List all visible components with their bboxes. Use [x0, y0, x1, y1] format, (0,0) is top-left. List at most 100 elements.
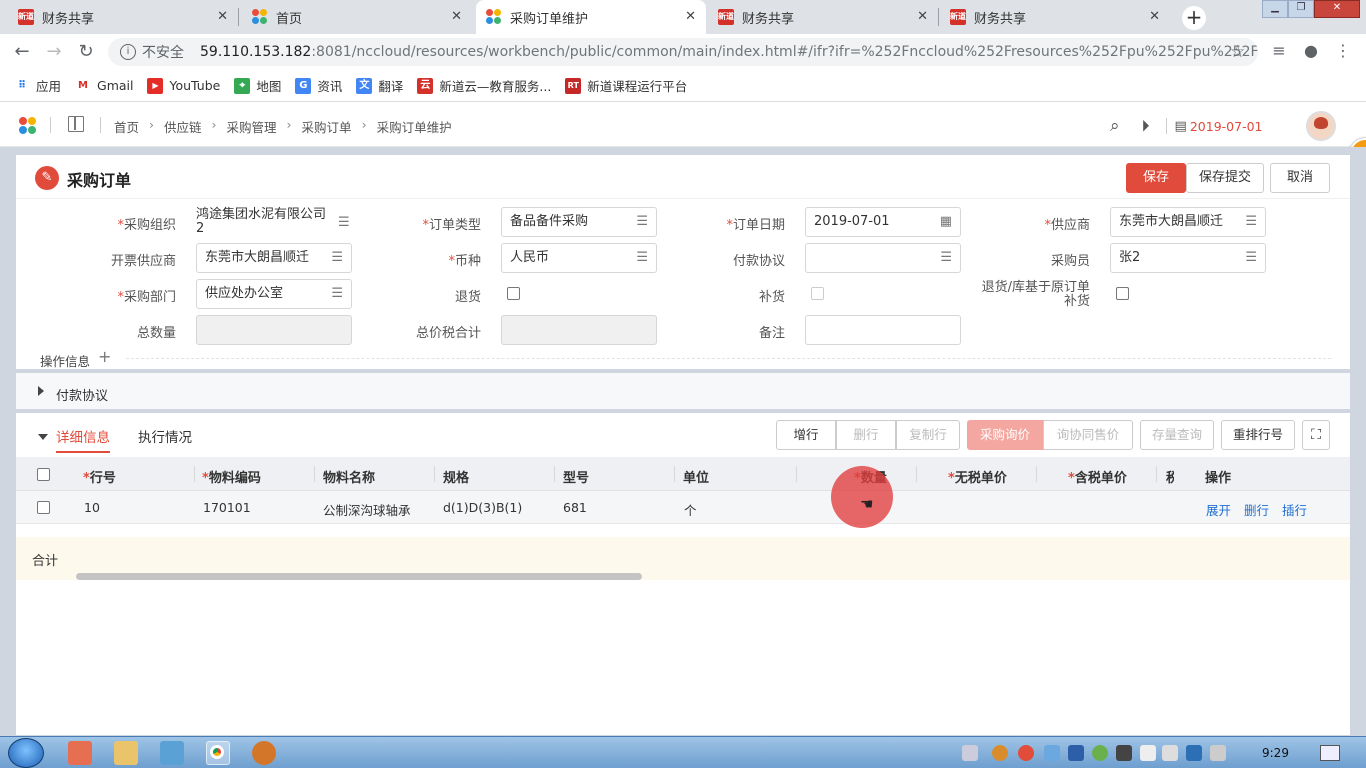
cell-material-code[interactable]: 170101: [203, 500, 251, 515]
minimize-button[interactable]: ▁: [1262, 0, 1288, 18]
workbench-icon[interactable]: [68, 116, 84, 132]
list-icon[interactable]: ☰: [636, 208, 648, 236]
buyer-field[interactable]: 张2 ☰: [1110, 243, 1266, 273]
cell-spec[interactable]: d(1)D(3)B(1): [443, 500, 522, 515]
col-material-code[interactable]: *物料编码: [202, 467, 261, 486]
payment-terms-section[interactable]: 付款协议: [16, 373, 1350, 413]
media-app-icon[interactable]: [68, 741, 92, 765]
bookmark-news[interactable]: G 资讯: [295, 76, 342, 95]
media-queue-icon[interactable]: ≡: [1268, 40, 1290, 62]
tray-cloud-icon[interactable]: [1044, 745, 1060, 761]
insert-row-link[interactable]: 插行: [1282, 500, 1307, 519]
chrome-icon[interactable]: [206, 741, 230, 765]
cell-unit[interactable]: 个: [684, 500, 697, 519]
list-icon[interactable]: ☰: [338, 216, 350, 230]
save-submit-button[interactable]: 保存提交: [1186, 163, 1264, 193]
breadcrumb-home[interactable]: 首页: [114, 117, 139, 136]
tab-execution[interactable]: 执行情况: [138, 426, 192, 446]
bookmark-star-icon[interactable]: ☆: [1230, 42, 1245, 62]
bookmark-translate[interactable]: 文翻译: [356, 76, 403, 95]
purchase-dept-field[interactable]: 供应处办公室 ☰: [196, 279, 352, 309]
bluetooth-icon[interactable]: [1186, 745, 1202, 761]
horizontal-scrollbar[interactable]: [76, 573, 642, 580]
avatar[interactable]: [1306, 111, 1336, 141]
table-row[interactable]: 10 170101 公制深沟球轴承 d(1)D(3)B(1) 681 个 展开 …: [16, 491, 1350, 524]
list-icon[interactable]: ☰: [331, 244, 343, 272]
tray-phone-icon[interactable]: [1140, 745, 1156, 761]
col-unit-price-excl-tax[interactable]: *无税单价: [948, 467, 1007, 486]
tray-plus-icon[interactable]: [1092, 745, 1108, 761]
supplier-field[interactable]: 东莞市大朗昌顺迁 ☰: [1110, 207, 1266, 237]
menu-kebab-icon[interactable]: ⋮: [1332, 40, 1354, 62]
list-icon[interactable]: ☰: [1245, 208, 1257, 236]
app-logo-icon[interactable]: [19, 117, 37, 135]
tab-detail-info[interactable]: 详细信息: [56, 426, 110, 453]
order-type-field[interactable]: 备品备件采购 ☰: [501, 207, 657, 237]
profile-icon[interactable]: ●: [1300, 40, 1322, 62]
plus-icon[interactable]: +: [98, 347, 111, 366]
breadcrumb-purchase-order[interactable]: 采购订单: [302, 117, 352, 136]
operation-info-label[interactable]: 操作信息: [40, 351, 90, 370]
tray-input-icon[interactable]: [1068, 745, 1084, 761]
bookmark-gmail[interactable]: M Gmail: [75, 78, 133, 94]
cell-line-no[interactable]: 10: [84, 500, 100, 515]
delete-row-link[interactable]: 删行: [1244, 500, 1269, 519]
maximize-button[interactable]: ❐: [1288, 0, 1314, 18]
col-line-no[interactable]: *行号: [83, 467, 116, 486]
network-signal-icon[interactable]: [1210, 745, 1226, 761]
row-checkbox[interactable]: [37, 501, 50, 514]
bookmark-xindaoyun[interactable]: 云新道云—教育服务...: [417, 76, 551, 95]
remark-field[interactable]: [805, 315, 961, 345]
reload-icon[interactable]: ↻: [74, 40, 98, 64]
delete-row-button[interactable]: 删行: [836, 420, 896, 450]
list-icon[interactable]: ☰: [331, 280, 343, 308]
fullscreen-icon[interactable]: ⛶: [1302, 420, 1330, 450]
copy-row-button[interactable]: 复制行: [896, 420, 960, 450]
list-icon[interactable]: ☰: [636, 244, 648, 272]
save-button[interactable]: 保存: [1126, 163, 1186, 193]
tray-app-icon[interactable]: [992, 745, 1008, 761]
close-window-button[interactable]: ✕: [1314, 0, 1360, 18]
folder-icon[interactable]: [114, 741, 138, 765]
currency-field[interactable]: 人民币 ☰: [501, 243, 657, 273]
coop-inquiry-button[interactable]: 询协同售价: [1043, 420, 1133, 450]
network-app-icon[interactable]: [160, 741, 184, 765]
cell-material-name[interactable]: 公制深沟球轴承: [323, 500, 411, 519]
close-icon[interactable]: ✕: [217, 9, 228, 24]
close-icon[interactable]: ✕: [917, 9, 928, 24]
volume-icon[interactable]: [1162, 745, 1178, 761]
col-tax-rate[interactable]: 税率: [1166, 467, 1174, 486]
close-icon[interactable]: ✕: [451, 9, 462, 24]
bookmark-apps[interactable]: ⠿ 应用: [14, 76, 61, 95]
list-icon[interactable]: ☰: [1245, 244, 1257, 272]
browser-tab-4[interactable]: 新道 财务共享 ✕: [708, 0, 939, 34]
return-based-checkbox[interactable]: [1116, 287, 1129, 300]
bookmark-youtube[interactable]: ▶ YouTube: [147, 77, 220, 94]
start-button[interactable]: [8, 738, 44, 768]
address-bar[interactable]: i 不安全 59.110.153.182 :8081/nccloud/resou…: [108, 38, 1258, 66]
clock[interactable]: 9:29: [1262, 746, 1289, 760]
col-material-name[interactable]: 物料名称: [323, 467, 375, 486]
calendar-icon[interactable]: ▤: [1175, 119, 1187, 134]
stock-query-button[interactable]: 存量查询: [1140, 420, 1214, 450]
col-model[interactable]: 型号: [563, 467, 589, 486]
col-unit[interactable]: 单位: [683, 467, 709, 486]
select-all-checkbox[interactable]: [37, 468, 50, 481]
back-icon[interactable]: ←: [10, 40, 34, 64]
search-icon[interactable]: ⌕: [1110, 116, 1120, 136]
order-date-field[interactable]: 2019-07-01 ▦: [805, 207, 961, 237]
tray-pen-icon[interactable]: [1116, 745, 1132, 761]
chat-app-icon[interactable]: [252, 741, 276, 765]
caret-down-icon[interactable]: [38, 434, 48, 440]
bookmark-course-platform[interactable]: RT 新道课程运行平台: [565, 76, 687, 95]
invoice-supplier-field[interactable]: 东莞市大朗昌顺迁 ☰: [196, 243, 352, 273]
add-row-button[interactable]: 增行: [776, 420, 836, 450]
bookmark-maps[interactable]: ⌖ 地图: [234, 76, 281, 95]
business-date[interactable]: 2019-07-01: [1190, 119, 1263, 134]
return-checkbox[interactable]: [507, 287, 520, 300]
purchase-inquiry-button[interactable]: 采购询价: [967, 420, 1043, 450]
col-spec[interactable]: 规格: [443, 467, 469, 486]
list-icon[interactable]: ☰: [940, 244, 952, 272]
cancel-button[interactable]: 取消: [1270, 163, 1330, 193]
browser-tab-3-active[interactable]: 采购订单维护 ✕: [476, 0, 706, 34]
